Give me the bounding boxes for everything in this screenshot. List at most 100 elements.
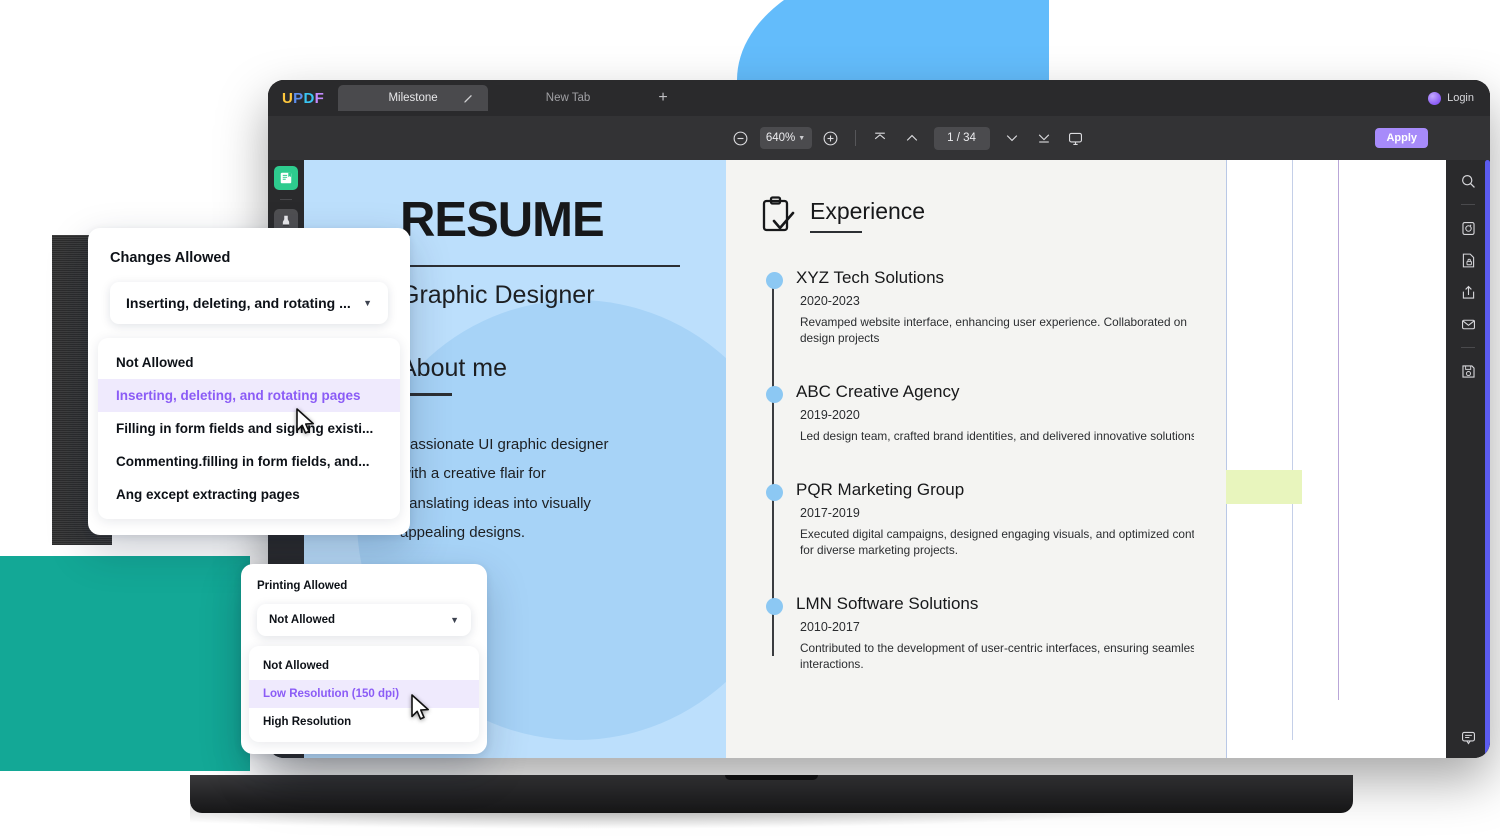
changes-allowed-options: Not Allowed Inserting, deleting, and rot… [98, 338, 400, 519]
screenshot-canvas: UPDF Milestone New Tab + Login 640% ▼ 1 … [0, 0, 1500, 837]
ocr-document-icon[interactable] [1457, 217, 1479, 239]
page-gutter [1194, 160, 1226, 758]
rail-divider [1461, 347, 1475, 348]
changes-allowed-selected-value: Inserting, deleting, and rotating ... [126, 295, 351, 311]
laptop-base [190, 775, 1353, 813]
tab-new[interactable]: New Tab [488, 85, 648, 111]
rename-tab-pencil-icon[interactable] [463, 93, 474, 104]
tab-milestone[interactable]: Milestone [338, 85, 489, 111]
document-toolbar: 640% ▼ 1 / 34 Apply [268, 116, 1490, 160]
experience-years: 2020-2023 [800, 294, 860, 308]
experience-company: PQR Marketing Group [796, 479, 965, 499]
tab-new-label: New Tab [545, 92, 591, 104]
add-tab-button[interactable]: + [648, 85, 678, 111]
tab-milestone-label: Milestone [388, 92, 438, 104]
presentation-mode-icon[interactable] [1060, 124, 1092, 152]
logo-letter-f: F [314, 89, 325, 107]
rail-divider [1461, 204, 1475, 205]
about-line: translating ideas into visually [400, 494, 591, 512]
about-line: appealing designs. [400, 523, 526, 541]
resume-title-rule [400, 265, 680, 267]
chevron-down-icon: ▼ [798, 134, 806, 142]
zoom-out-icon[interactable] [725, 124, 757, 152]
clipboard-check-icon [762, 196, 795, 232]
share-icon[interactable] [1457, 281, 1479, 303]
experience-description: Led design team, crafted brand identitie… [800, 428, 1201, 443]
printing-allowed-selected-value: Not Allowed [269, 614, 336, 626]
changes-option-commenting[interactable]: Commenting.filling in form fields, and..… [98, 445, 400, 478]
logo-letter-p: P [293, 89, 304, 107]
grid-line [1292, 160, 1293, 740]
about-line: with a creative flair for [400, 465, 546, 483]
experience-description: Executed digital campaigns, designed eng… [800, 526, 1212, 557]
page-indicator-value: 1 / 34 [947, 132, 976, 144]
apply-button[interactable]: Apply [1375, 128, 1428, 148]
first-page-icon[interactable] [864, 124, 896, 152]
resume-title: RESUME [400, 193, 605, 247]
login-button[interactable]: Login [1428, 91, 1474, 105]
experience-company: LMN Software Solutions [796, 593, 979, 613]
experience-years: 2017-2019 [800, 505, 860, 520]
logo-letter-d: D [303, 89, 315, 107]
previous-page-icon[interactable] [896, 124, 928, 152]
zoom-in-icon[interactable] [815, 124, 847, 152]
window-edge-accent [1485, 160, 1490, 758]
resume-about-heading: About me [400, 354, 508, 382]
changes-option-inserting[interactable]: Inserting, deleting, and rotating pages [98, 379, 400, 412]
updf-logo: UPDF [282, 90, 324, 107]
printing-option-high-resolution[interactable]: High Resolution [249, 708, 479, 736]
changes-allowed-select[interactable]: Inserting, deleting, and rotating ... ▼ [110, 282, 388, 324]
rail-divider [280, 199, 292, 200]
experience-company: ABC Creative Agency [796, 381, 960, 401]
experience-years: 2010-2017 [800, 619, 860, 634]
avatar [1428, 91, 1442, 105]
page-indicator[interactable]: 1 / 34 [933, 126, 990, 150]
search-icon[interactable] [1457, 170, 1479, 192]
experience-item: PQR Marketing Group 2017-2019 Executed d… [766, 479, 1216, 559]
zoom-level-selector[interactable]: 640% ▼ [759, 127, 812, 149]
experience-description: Contributed to the development of user-c… [800, 640, 1202, 671]
title-bar: UPDF Milestone New Tab + Login [268, 80, 1490, 116]
email-icon[interactable] [1457, 313, 1479, 335]
logo-letter-u: U [282, 89, 294, 107]
protect-document-icon[interactable] [1457, 249, 1479, 271]
changes-option-not-allowed[interactable]: Not Allowed [98, 346, 400, 379]
changes-option-any-except[interactable]: Ang except extracting pages [98, 478, 400, 511]
printing-allowed-label: Printing Allowed [257, 580, 348, 592]
about-line: Passionate UI graphic designer [400, 436, 609, 453]
printing-option-not-allowed[interactable]: Not Allowed [249, 652, 479, 680]
printing-option-low-resolution[interactable]: Low Resolution (150 dpi) [249, 680, 479, 708]
experience-item: XYZ Tech Solutions 2020-2023 Revamped we… [766, 268, 1216, 347]
zoom-level-value: 640% [765, 132, 796, 144]
table-cell [1226, 470, 1302, 504]
experience-timeline: XYZ Tech Solutions 2020-2023 Revamped we… [762, 268, 1216, 672]
experience-company: XYZ Tech Solutions [796, 268, 945, 287]
reader-mode-icon[interactable] [274, 166, 298, 190]
experience-page: Experience XYZ Tech Solutions 2020-2023 … [726, 160, 1226, 758]
decorative-blue-shape [737, 0, 1049, 80]
experience-heading: Experience [810, 197, 926, 224]
printing-allowed-select[interactable]: Not Allowed ▼ [257, 604, 471, 636]
comment-icon[interactable] [1457, 726, 1479, 748]
toolbar-divider [854, 130, 856, 146]
changes-allowed-panel: Changes Allowed Inserting, deleting, and… [88, 228, 410, 535]
chevron-down-icon: ▼ [363, 298, 372, 308]
printing-allowed-panel: Printing Allowed Not Allowed ▼ Not Allow… [241, 564, 487, 754]
decorative-teal-shape [0, 556, 250, 771]
last-page-icon[interactable] [1028, 124, 1060, 152]
right-tool-rail [1446, 160, 1490, 758]
grid-line [1338, 160, 1339, 700]
spreadsheet-page: 统化集成 对接 [1194, 160, 1446, 758]
changes-allowed-label: Changes Allowed [110, 250, 231, 266]
experience-item: ABC Creative Agency 2019-2020 Led design… [766, 381, 1216, 445]
resume-subtitle: Graphic Designer [400, 281, 595, 309]
changes-option-filling-forms[interactable]: Filling in form fields and signing exist… [98, 412, 400, 445]
login-label: Login [1447, 92, 1474, 104]
chevron-down-icon: ▼ [450, 615, 459, 625]
save-as-icon[interactable] [1457, 360, 1479, 382]
grid-line [1226, 160, 1227, 758]
experience-item: LMN Software Solutions 2010-2017 Contrib… [766, 593, 1216, 673]
next-page-icon[interactable] [996, 124, 1028, 152]
experience-heading-rule [810, 230, 862, 233]
experience-years: 2019-2020 [800, 407, 860, 422]
